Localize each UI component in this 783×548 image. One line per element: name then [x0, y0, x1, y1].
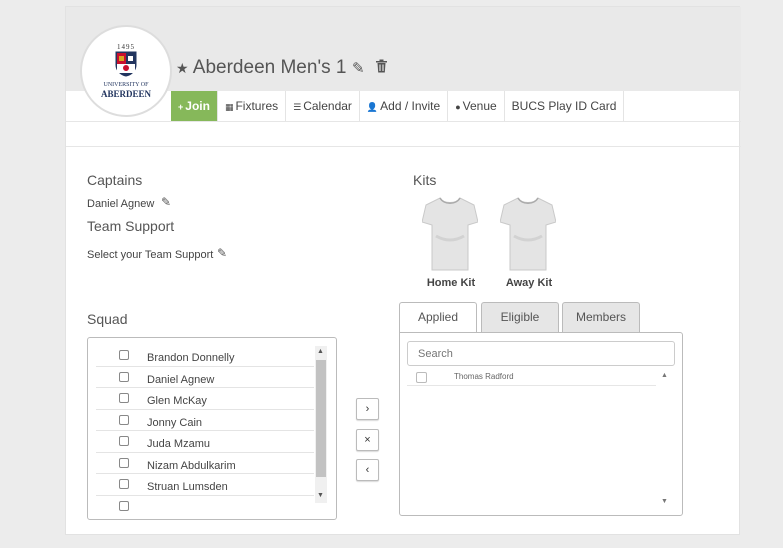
member-checkbox[interactable]: [119, 500, 129, 511]
member-checkbox[interactable]: [119, 393, 129, 403]
edit-captains-pencil-icon[interactable]: ✎: [161, 195, 171, 209]
tab-bucs-play-id-card[interactable]: BUCS Play ID Card: [504, 91, 625, 121]
pencil-icon[interactable]: ✎: [352, 60, 365, 77]
tab-add-invite[interactable]: 👤 Add / Invite: [359, 91, 449, 121]
applicant-checkbox[interactable]: [416, 372, 427, 383]
list-item[interactable]: Brandon Donnelly: [96, 345, 314, 367]
remove-button[interactable]: ×: [356, 429, 379, 451]
member-checkbox[interactable]: [119, 479, 129, 489]
away-kit-shirt-icon: [500, 197, 556, 271]
applied-panel: Thomas Radford ▲ ▼: [399, 332, 683, 516]
member-name: Nizam Abdulkarim: [147, 459, 236, 472]
home-kit-shirt-icon: [422, 197, 478, 271]
tab-eligible[interactable]: Eligible: [481, 302, 559, 332]
member-name: Juda Mzamu: [147, 438, 210, 450]
list-item[interactable]: Jonny Cain: [96, 410, 314, 431]
list-item[interactable]: Struan Lumsden: [96, 474, 314, 496]
member-name: Jonny Cain: [147, 416, 203, 429]
join-button[interactable]: + Join: [171, 91, 218, 121]
captain-name: Daniel Agnew: [87, 198, 155, 210]
squad-heading: Squad: [87, 311, 128, 327]
list-item[interactable]: Juda Mzamu: [96, 431, 314, 453]
team-card: 1495 UNIVERSITY OF ABERDEEN ★ Aberdeen M…: [65, 6, 741, 535]
scroll-up-icon[interactable]: ▲: [661, 372, 668, 379]
trash-icon[interactable]: [375, 59, 388, 77]
tab-fixtures[interactable]: ▦ Fixtures: [217, 91, 287, 121]
university-logo: 1495 UNIVERSITY OF ABERDEEN: [80, 25, 172, 117]
list-icon: ☰: [293, 102, 302, 112]
team-support-placeholder: Select your Team Support: [87, 249, 214, 261]
home-kit-label: Home Kit: [426, 277, 476, 289]
list-item[interactable]: Nizam Abdulkarim: [96, 453, 314, 474]
logo-line2: ABERDEEN: [100, 89, 151, 99]
divider: [66, 146, 741, 147]
list-item[interactable]: Glen McKay: [96, 388, 314, 410]
member-checkbox[interactable]: [119, 457, 129, 468]
plus-icon: +: [178, 102, 184, 112]
squad-scrollbar[interactable]: ▲ ▼: [315, 346, 327, 503]
scroll-up-icon[interactable]: ▲: [317, 348, 324, 355]
member-name: Brandon Donnelly: [147, 352, 235, 364]
move-back-button[interactable]: ‹: [356, 459, 379, 481]
member-name: Glen McKay: [147, 395, 207, 407]
kits-heading: Kits: [413, 172, 437, 188]
list-item[interactable]: Thomas Radford: [407, 370, 656, 386]
applicant-name: Thomas Radford: [454, 372, 514, 381]
member-name: Daniel Agnew: [147, 373, 215, 386]
list-item[interactable]: Daniel Agnew: [96, 367, 314, 388]
away-kit-label: Away Kit: [505, 277, 553, 289]
tab-members[interactable]: Members: [562, 302, 640, 332]
member-checkbox[interactable]: [119, 436, 129, 446]
scroll-thumb[interactable]: [316, 360, 326, 477]
captains-heading: Captains: [87, 172, 143, 188]
edit-team-support-pencil-icon[interactable]: ✎: [217, 246, 227, 260]
search-input[interactable]: [407, 341, 675, 366]
list-item[interactable]: [96, 496, 314, 518]
star-icon[interactable]: ★: [176, 60, 189, 76]
title-actions: ✎: [352, 59, 394, 77]
calendar-grid-icon: ▦: [224, 102, 234, 112]
member-checkbox[interactable]: [119, 414, 129, 425]
team-name: Aberdeen Men's 1: [192, 57, 347, 78]
team-support-heading: Team Support: [87, 218, 175, 234]
member-checkbox[interactable]: [119, 350, 129, 360]
tab-applied[interactable]: Applied: [399, 302, 477, 333]
tab-calendar[interactable]: ☰ Calendar: [286, 91, 360, 121]
logo-line1: UNIVERSITY OF: [103, 82, 149, 88]
crest-icon: [115, 51, 137, 77]
member-name: Struan Lumsden: [147, 481, 228, 493]
map-marker-icon: ●: [455, 102, 461, 112]
member-checkbox[interactable]: [119, 371, 129, 382]
scroll-down-icon[interactable]: ▼: [317, 492, 324, 499]
divider: [66, 121, 741, 122]
add-user-icon: 👤: [366, 102, 379, 112]
add-to-squad-button[interactable]: ›: [356, 398, 379, 420]
page-title: ★ Aberdeen Men's 1: [176, 57, 346, 79]
tab-venue[interactable]: ● Venue: [448, 91, 505, 121]
scroll-down-icon[interactable]: ▼: [661, 498, 668, 505]
squad-list[interactable]: Brandon Donnelly Daniel Agnew Glen McKay…: [87, 337, 337, 520]
logo-year: 1495: [117, 43, 135, 51]
team-nav: + Join ▦ Fixtures ☰ Calendar 👤 Add / Invite …: [171, 91, 625, 121]
applied-scrollbar[interactable]: ▲ ▼: [657, 370, 672, 510]
